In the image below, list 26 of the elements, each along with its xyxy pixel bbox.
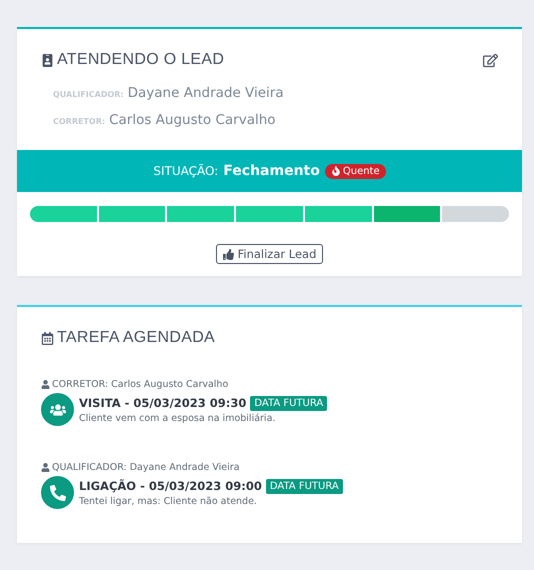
future-badge: DATA FUTURA [266,478,343,494]
thumbs-up-icon [222,248,234,260]
edit-icon[interactable] [483,52,498,68]
user-icon [41,463,50,472]
calendar-icon [41,332,54,344]
task-note: Cliente vem com a esposa na imobiliária. [79,412,276,424]
hot-badge: Quente [324,164,386,178]
id-badge-icon [41,54,54,66]
task-title: VISITA - 05/03/2023 09:30 [79,396,246,410]
person-name: Carlos Augusto Carvalho [109,112,276,128]
people-icon [41,393,74,426]
phone-icon [41,476,74,509]
person-name: Dayane Andrade Vieira [128,85,284,101]
role-label: CORRETOR: [53,117,106,126]
task-owner: QUALIFICADOR: Dayane Andrade Vieira [52,462,240,473]
user-icon [41,380,50,389]
task-note: Tentei ligar, mas: Cliente não atende. [79,496,258,506]
finalize-button[interactable]: Finalizar Lead [216,244,324,264]
card-title: TAREFA AGENDADA [41,329,216,347]
status-label: SITUAÇÃO: [153,164,218,178]
task-title: LIGAÇÃO - 05/03/2023 09:00 [79,479,262,493]
future-badge: DATA FUTURA [250,396,328,410]
card-title: ATENDENDO O LEAD [41,51,224,69]
task-owner: CORRETOR: Carlos Augusto Carvalho [52,379,228,390]
role-label: QUALIFICADOR: [53,90,124,99]
status-value: Fechamento [223,163,320,179]
